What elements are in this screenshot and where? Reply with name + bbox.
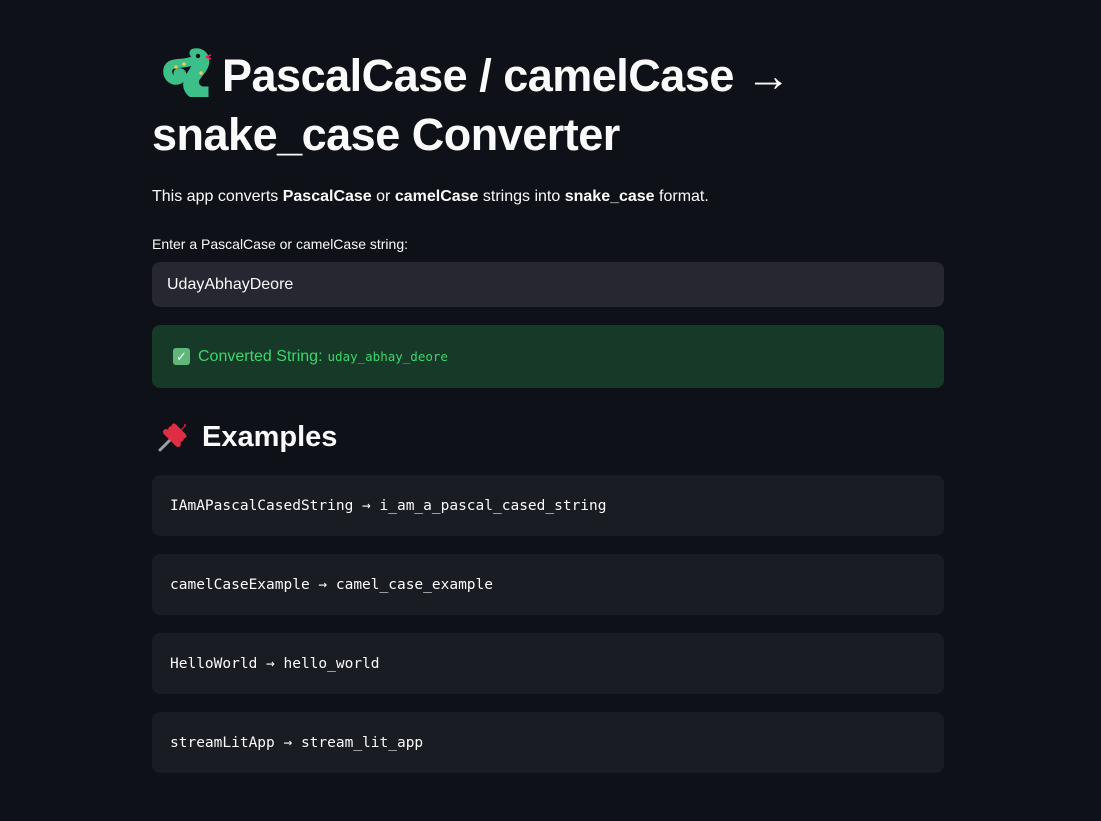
- page-title-text: PascalCase / camelCase → snake_case Conv…: [152, 50, 791, 160]
- converted-value: uday_abhay_deore: [327, 349, 448, 364]
- snake-icon: [163, 48, 212, 97]
- intro-bold-snake: snake_case: [564, 188, 655, 205]
- intro-bold-camel: camelCase: [394, 188, 479, 205]
- pushpin-icon: [158, 423, 187, 452]
- success-alert: ✓ Converted String: uday_abhay_deore: [152, 325, 944, 388]
- examples-heading: Examples: [152, 416, 337, 458]
- intro-prefix: This app converts: [152, 188, 283, 205]
- converted-label: Converted String:: [198, 347, 323, 365]
- intro-middle: strings into: [478, 188, 565, 205]
- intro-or: or: [371, 188, 395, 205]
- check-mark-icon: ✓: [173, 348, 190, 365]
- examples-heading-text: Examples: [202, 421, 338, 453]
- intro-bold-pascal: PascalCase: [282, 188, 372, 205]
- example-code-block: IAmAPascalCasedString → i_am_a_pascal_ca…: [152, 475, 944, 536]
- input-label: Enter a PascalCase or camelCase string:: [152, 236, 408, 252]
- string-input[interactable]: [152, 262, 944, 307]
- example-code-block: camelCaseExample → camel_case_example: [152, 554, 944, 615]
- example-code-block: HelloWorld → hello_world: [152, 633, 944, 694]
- intro-suffix: format.: [654, 188, 709, 205]
- intro-text: This app converts PascalCase or camelCas…: [152, 186, 709, 208]
- example-code-block: streamLitApp → stream_lit_app: [152, 712, 944, 773]
- page-title: PascalCase / camelCase → snake_case Conv…: [152, 46, 944, 164]
